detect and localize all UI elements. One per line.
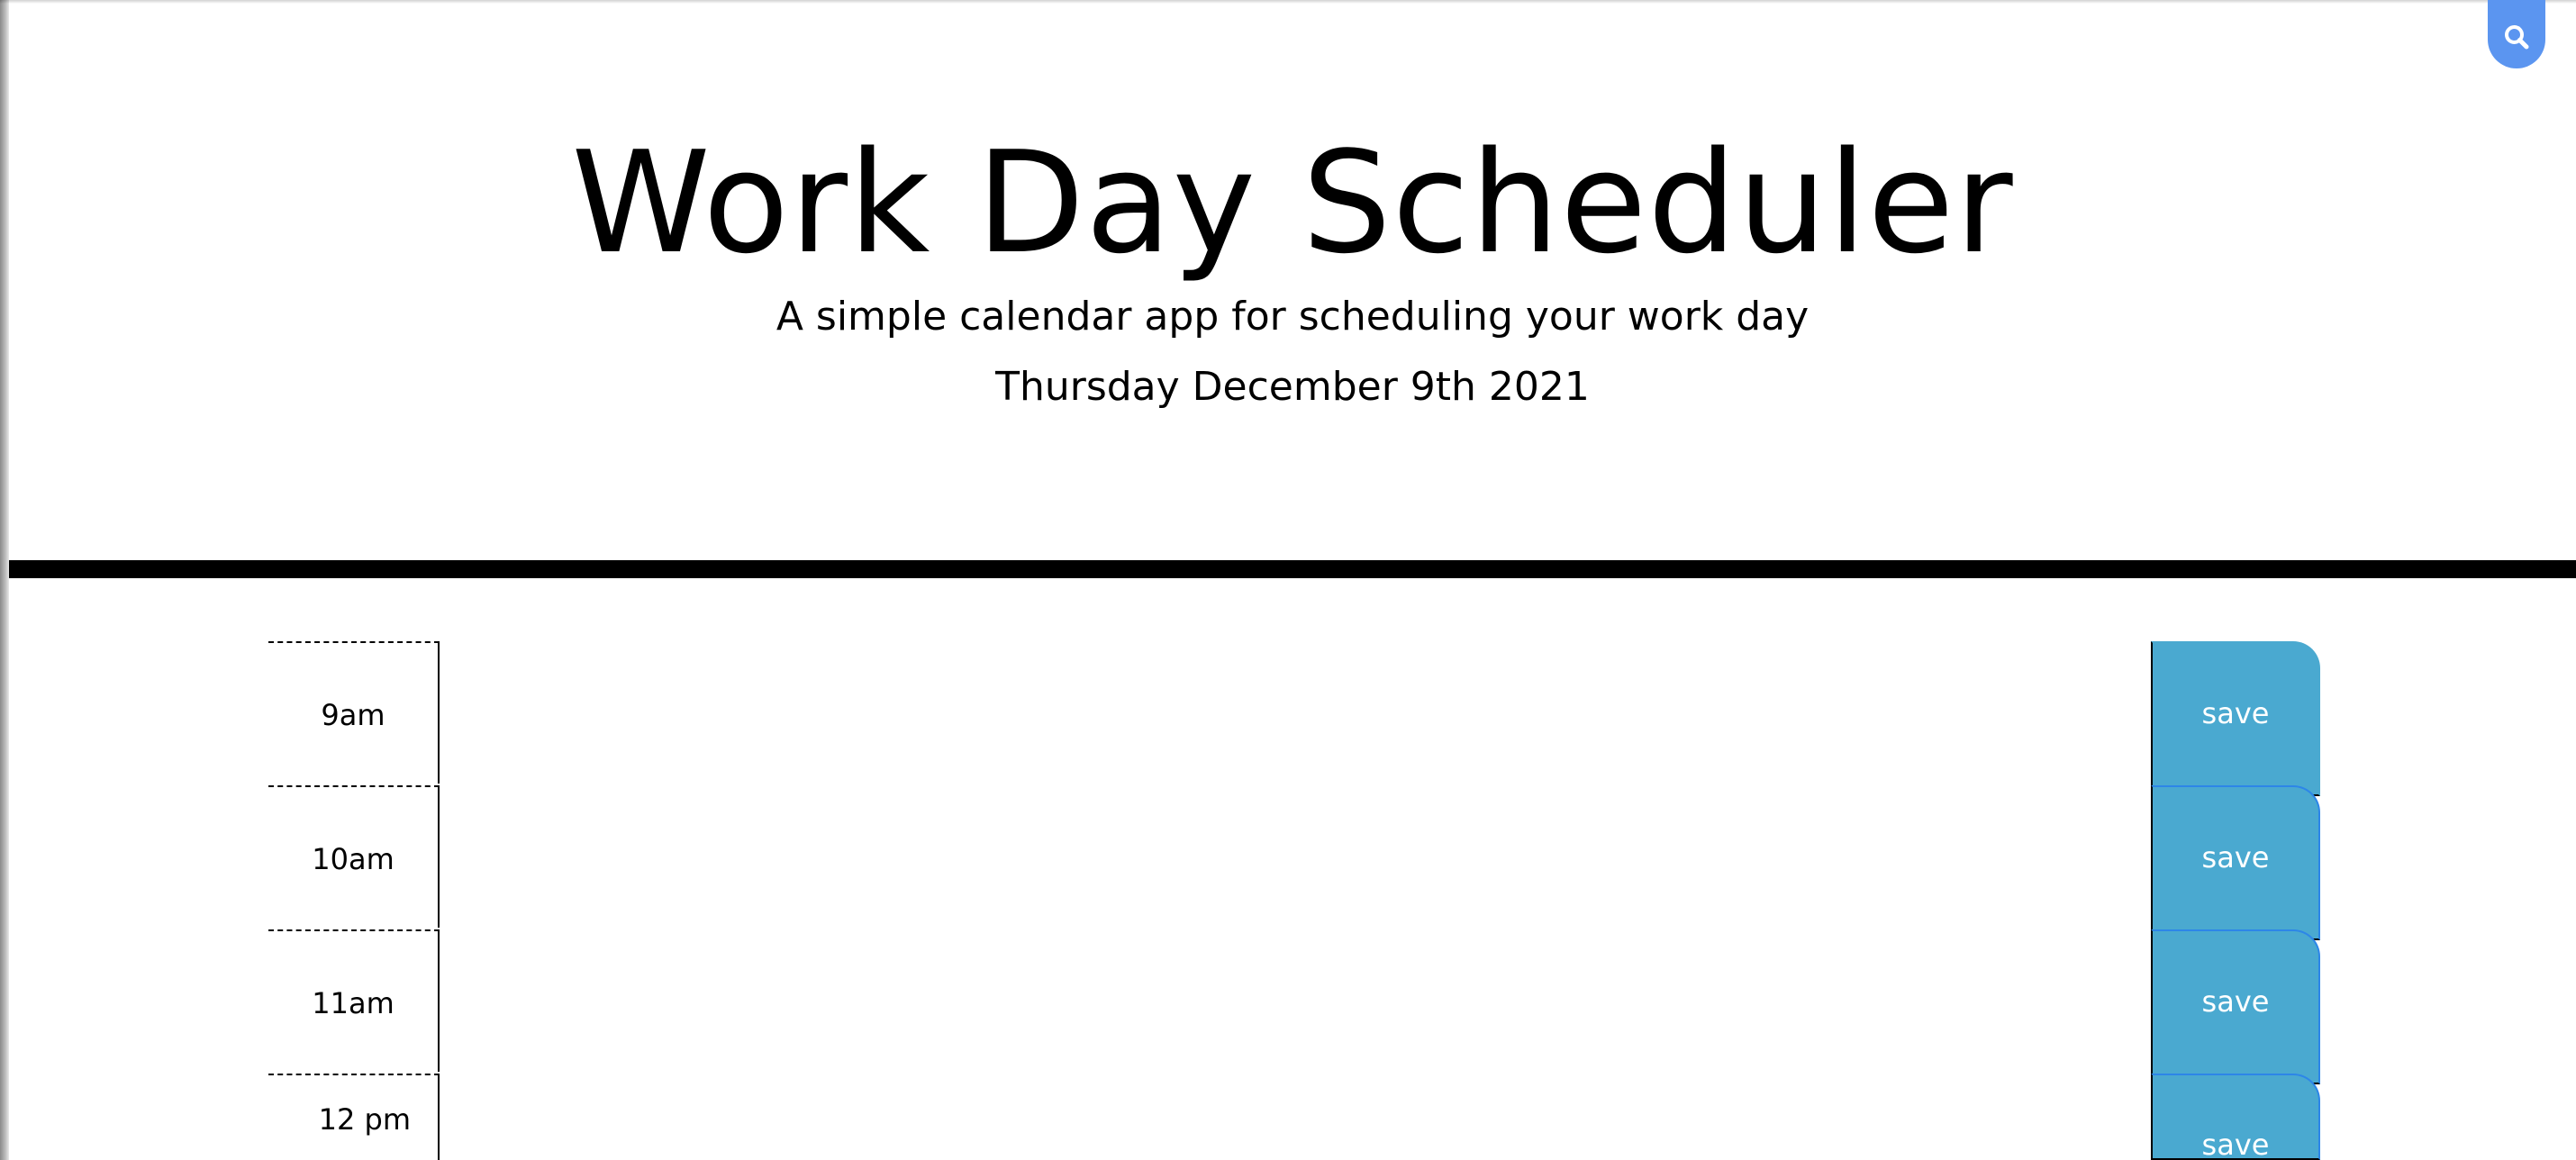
window-left-edge bbox=[0, 0, 9, 1160]
hour-label: 10am bbox=[268, 785, 440, 928]
save-button[interactable]: save bbox=[2151, 641, 2320, 796]
save-button[interactable]: save bbox=[2151, 785, 2320, 940]
hour-label: 12 pm bbox=[268, 1074, 440, 1160]
hour-label: 9am bbox=[268, 641, 440, 784]
time-block-9am: 9am save bbox=[268, 641, 2320, 796]
page-subtitle: A simple calendar app for scheduling you… bbox=[776, 294, 1810, 340]
jumbotron-header: Work Day Scheduler A simple calendar app… bbox=[9, 0, 2576, 558]
description-input[interactable] bbox=[441, 929, 2149, 1074]
time-block-10am: 10am save bbox=[268, 785, 2320, 940]
time-block-12pm: 12 pm save bbox=[268, 1074, 2320, 1160]
scheduler-page: Work Day Scheduler A simple calendar app… bbox=[0, 0, 2576, 1160]
header-divider bbox=[9, 560, 2576, 578]
save-button[interactable]: save bbox=[2151, 929, 2320, 1084]
description-input[interactable] bbox=[441, 641, 2149, 785]
description-input[interactable] bbox=[441, 785, 2149, 929]
save-button[interactable]: save bbox=[2151, 1074, 2320, 1160]
time-block-11am: 11am save bbox=[268, 929, 2320, 1084]
page-title: Work Day Scheduler bbox=[571, 121, 2014, 285]
description-input[interactable] bbox=[441, 1074, 2149, 1160]
hour-label: 11am bbox=[268, 929, 440, 1072]
current-day: Thursday December 9th 2021 bbox=[995, 364, 1590, 410]
